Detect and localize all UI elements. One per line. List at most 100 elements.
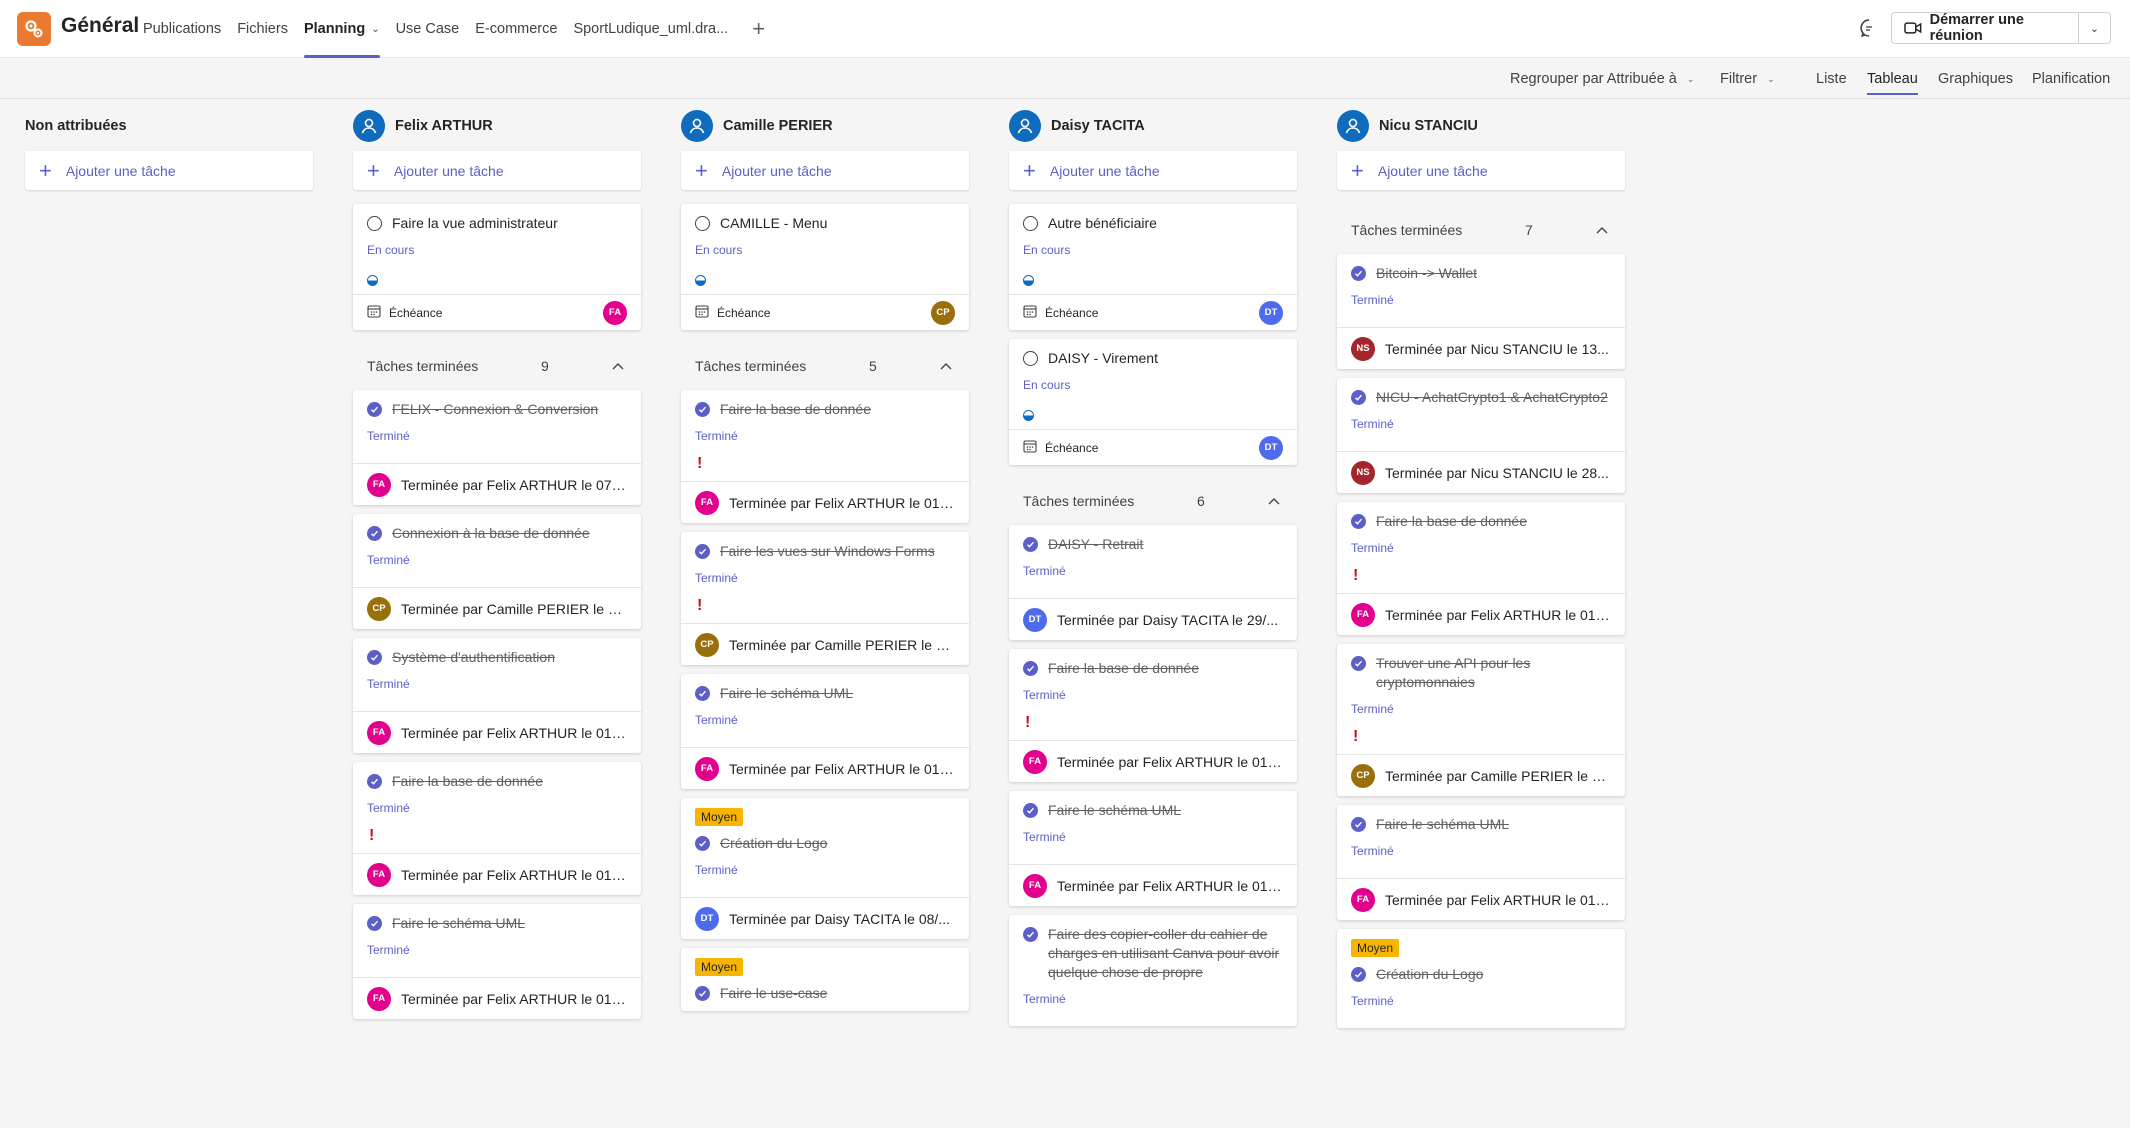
task-card[interactable]: Faire le schéma UML Terminé FA Terminée par…: [1009, 791, 1297, 906]
task-card[interactable]: Faire la base de donnée Terminé! FA Terminé…: [681, 390, 969, 523]
view-graphiques[interactable]: Graphiques: [1938, 59, 2013, 99]
view-tableau[interactable]: Tableau: [1867, 59, 1918, 99]
task-title: Faire le schéma UML: [720, 685, 854, 701]
task-title: Trouver une API pour les cryptomonnaies: [1376, 655, 1531, 690]
priority-label: Moyen: [695, 958, 744, 976]
task-card[interactable]: Faire des copier-coller du cahier de cha…: [1009, 915, 1297, 1026]
task-card[interactable]: DAISY - Retrait Terminé DT Terminée par Dai…: [1009, 525, 1297, 640]
due-date[interactable]: Échéance: [695, 304, 931, 321]
tab-planning[interactable]: Planning ⌄: [303, 0, 380, 58]
task-title: Faire le schéma UML: [1376, 816, 1510, 832]
completed-check-icon[interactable]: [695, 836, 710, 851]
task-card[interactable]: FELIX - Connexion & Conversion Terminé FA T…: [353, 390, 641, 505]
due-date[interactable]: Échéance: [367, 304, 603, 321]
bucket-column: Daisy TACITA + Ajouter une tâche Autre béné…: [1009, 110, 1297, 1026]
completed-by-text: Terminée par Nicu STANCIU le 28...: [1385, 464, 1609, 481]
assignee-avatar[interactable]: FA: [603, 300, 627, 325]
add-task-button[interactable]: + Ajouter une tâche: [681, 151, 969, 190]
task-card[interactable]: Moyen Création du Logo Terminé DT Terminée p…: [681, 798, 969, 939]
assignee-avatar[interactable]: DT: [1259, 300, 1283, 325]
completed-check-icon[interactable]: [695, 402, 710, 417]
completed-check-icon[interactable]: [367, 774, 382, 789]
task-status: Terminé: [1023, 830, 1066, 844]
task-card-body: DAISY - Virement En cours: [1009, 339, 1297, 429]
completed-check-icon[interactable]: [367, 916, 382, 931]
group-by-dropdown[interactable]: Regrouper par Attribuée à ⌄: [1510, 59, 1694, 99]
completed-by-avatar: DT: [1023, 607, 1047, 632]
view-planification[interactable]: Planification: [2032, 59, 2110, 99]
task-card[interactable]: Faire le schéma UML Terminé FA Terminée par…: [353, 904, 641, 1019]
task-card[interactable]: Moyen Création du Logo Terminé: [1337, 929, 1625, 1028]
completed-tasks-toggle[interactable]: Tâches terminées 7: [1337, 208, 1625, 252]
tab-ecommerce[interactable]: E-commerce: [475, 0, 557, 58]
filter-dropdown[interactable]: Filtrer ⌄: [1720, 59, 1775, 99]
priority-label: Moyen: [1351, 939, 1400, 957]
add-task-button[interactable]: + Ajouter une tâche: [25, 151, 313, 190]
chat-icon[interactable]: [1858, 17, 1880, 39]
task-card[interactable]: Faire la base de donnée Terminé! FA Terminé…: [1009, 649, 1297, 782]
task-card[interactable]: Système d'authentification Terminé FA Termi…: [353, 638, 641, 753]
assignee-avatar[interactable]: DT: [1259, 435, 1283, 460]
complete-checkbox[interactable]: [1023, 216, 1038, 231]
task-title-row: DAISY - Retrait: [1023, 535, 1283, 554]
completed-check-icon[interactable]: [367, 402, 382, 417]
completed-check-icon[interactable]: [367, 650, 382, 665]
completed-tasks-toggle[interactable]: Tâches terminées 5: [681, 344, 969, 388]
completed-check-icon[interactable]: [1023, 537, 1038, 552]
tab-fichiers[interactable]: Fichiers: [237, 0, 288, 58]
due-date[interactable]: Échéance: [1023, 439, 1259, 456]
completed-check-icon[interactable]: [1351, 390, 1366, 405]
task-card[interactable]: Bitcoin -> Wallet Terminé NS Terminée par N…: [1337, 254, 1625, 369]
completed-check-icon[interactable]: [695, 544, 710, 559]
complete-checkbox[interactable]: [695, 216, 710, 231]
task-title: Faire le use-case: [720, 985, 828, 1001]
completed-check-icon[interactable]: [367, 526, 382, 541]
completed-check-icon[interactable]: [1023, 661, 1038, 676]
completed-check-icon[interactable]: [1351, 514, 1366, 529]
task-card[interactable]: Autre bénéficiaire En cours Échéance DT: [1009, 204, 1297, 330]
plus-icon: +: [1351, 157, 1364, 183]
task-card[interactable]: Faire la vue administrateur En cours Échéa…: [353, 204, 641, 330]
add-tab-icon[interactable]: +: [752, 16, 765, 42]
completed-check-icon[interactable]: [1023, 927, 1038, 942]
view-liste[interactable]: Liste: [1816, 59, 1847, 99]
complete-checkbox[interactable]: [367, 216, 382, 231]
add-task-button[interactable]: + Ajouter une tâche: [1337, 151, 1625, 190]
bucket-header: Daisy TACITA: [1009, 110, 1297, 142]
completed-tasks-toggle[interactable]: Tâches terminées 9: [353, 344, 641, 388]
complete-checkbox[interactable]: [1023, 351, 1038, 366]
bucket-column: Camille PERIER + Ajouter une tâche CAMILLE …: [681, 110, 969, 1011]
tab-use-case[interactable]: Use Case: [396, 0, 460, 58]
task-card[interactable]: Trouver une API pour les cryptomonnaies T…: [1337, 644, 1625, 796]
completed-check-icon[interactable]: [1351, 656, 1366, 671]
completed-tasks-toggle[interactable]: Tâches terminées 6: [1009, 479, 1297, 523]
completed-check-icon[interactable]: [1023, 803, 1038, 818]
assignee-avatar[interactable]: CP: [931, 300, 955, 325]
task-footer: DT Terminée par Daisy TACITA le 29/...: [1009, 598, 1297, 640]
task-card[interactable]: CAMILLE - Menu En cours Échéance CP: [681, 204, 969, 330]
tab-sportludique[interactable]: SportLudique_uml.dra...: [573, 0, 728, 58]
completed-check-icon[interactable]: [695, 986, 710, 1001]
due-date[interactable]: Échéance: [1023, 304, 1259, 321]
completed-check-icon[interactable]: [1351, 266, 1366, 281]
task-card[interactable]: Faire le schéma UML Terminé FA Terminée par…: [1337, 805, 1625, 920]
start-meeting-button[interactable]: Démarrer une réunion ⌄: [1891, 12, 2111, 44]
completed-check-icon[interactable]: [1351, 967, 1366, 982]
task-card[interactable]: NICU - AchatCrypto1 & AchatCrypto2 Termin…: [1337, 378, 1625, 493]
task-card[interactable]: DAISY - Virement En cours Échéance DT: [1009, 339, 1297, 465]
team-logo[interactable]: [17, 12, 51, 46]
completed-check-icon[interactable]: [1351, 817, 1366, 832]
task-card[interactable]: Moyen Faire le use-case: [681, 948, 969, 1011]
completed-check-icon[interactable]: [695, 686, 710, 701]
task-card[interactable]: Faire la base de donnée Terminé! FA Terminé…: [353, 762, 641, 895]
task-card[interactable]: Faire le schéma UML Terminé FA Terminée par…: [681, 674, 969, 789]
meeting-options-dropdown[interactable]: ⌄: [2078, 13, 2110, 43]
task-card[interactable]: Faire la base de donnée Terminé! FA Terminé…: [1337, 502, 1625, 635]
tab-publications[interactable]: Publications: [143, 0, 221, 58]
task-footer: FA Terminée par Felix ARTHUR le 01/...: [1337, 593, 1625, 635]
add-task-button[interactable]: + Ajouter une tâche: [1009, 151, 1297, 190]
task-card[interactable]: Faire les vues sur Windows Forms Terminé!…: [681, 532, 969, 665]
add-task-button[interactable]: + Ajouter une tâche: [353, 151, 641, 190]
start-meeting-main[interactable]: Démarrer une réunion: [1892, 12, 2078, 44]
task-card[interactable]: Connexion à la base de donnée Terminé CP Te…: [353, 514, 641, 629]
